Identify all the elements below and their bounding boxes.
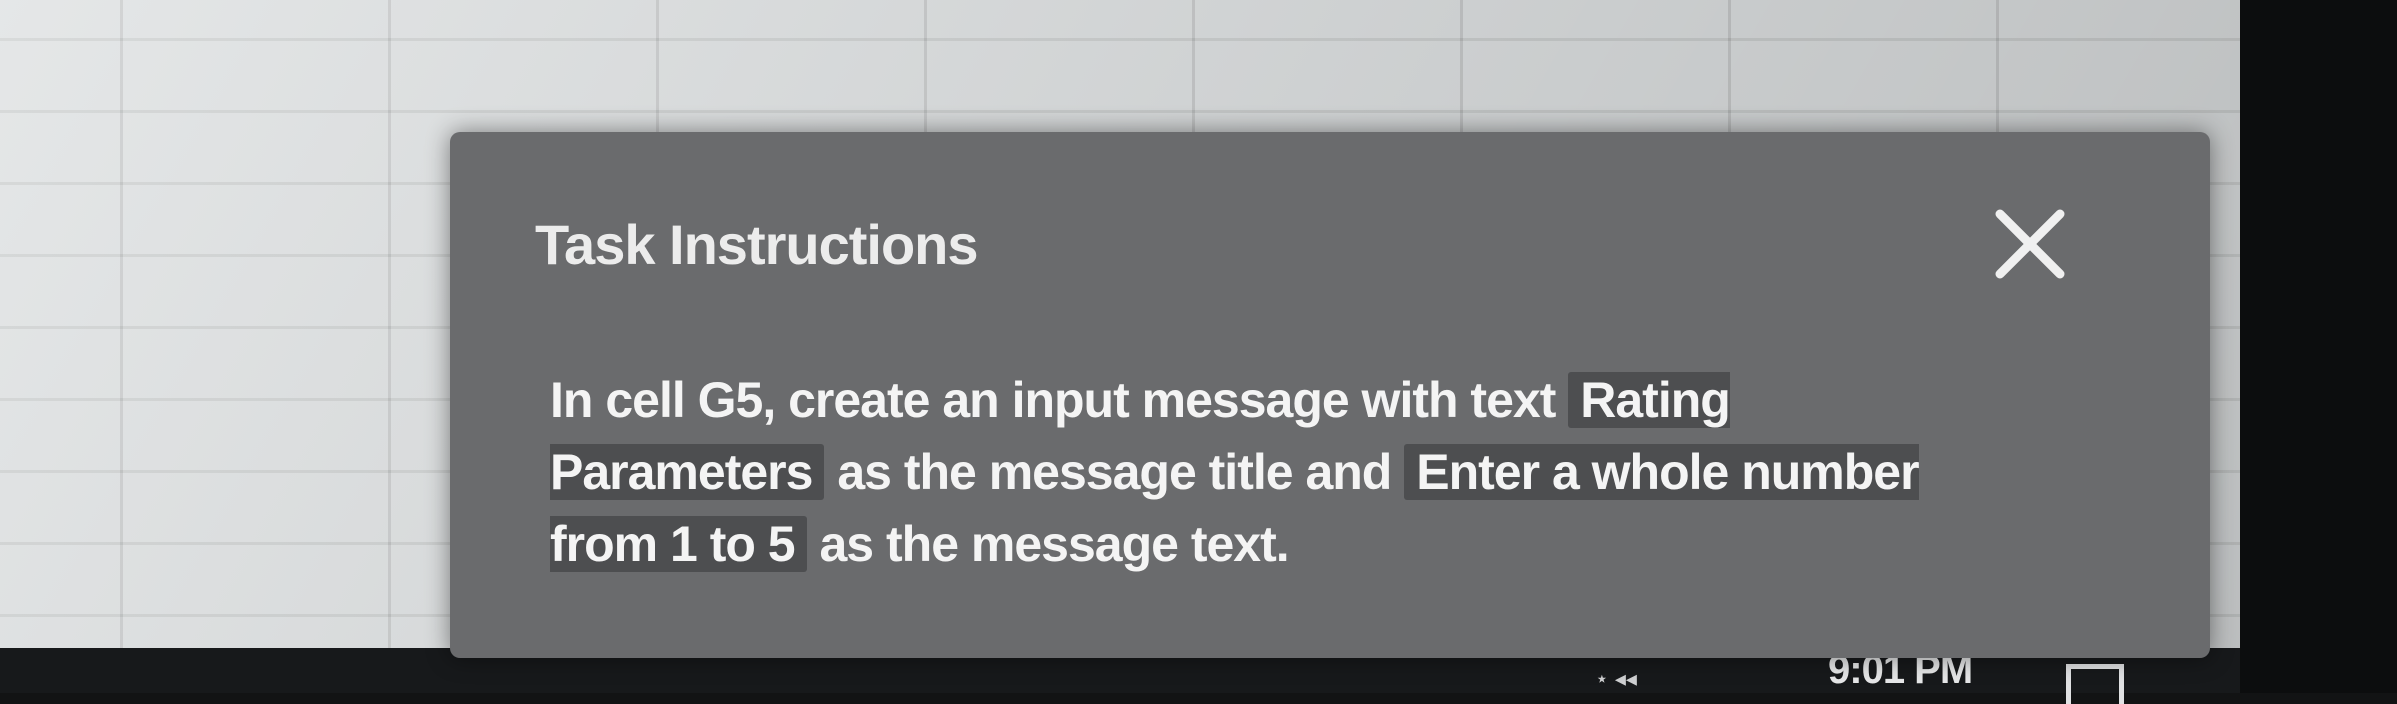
task-instructions-dialog: Task Instructions In cell G5, create an …: [450, 132, 2210, 658]
instruction-text: In cell G5, create an input message with…: [550, 364, 1930, 580]
monitor-bezel: [2240, 0, 2397, 693]
instruction-part-1: In cell G5, create an input message with…: [550, 372, 1556, 428]
dialog-title: Task Instructions: [535, 213, 979, 276]
instruction-part-3: as the message text.: [819, 516, 1290, 572]
notification-icon[interactable]: [2066, 664, 2124, 704]
network-icon[interactable]: ⋆ ◂◂: [1595, 666, 1637, 692]
close-icon[interactable]: [1990, 204, 2070, 284]
instruction-part-2: as the message title and: [837, 444, 1392, 500]
close-glyph: [1995, 209, 2065, 279]
